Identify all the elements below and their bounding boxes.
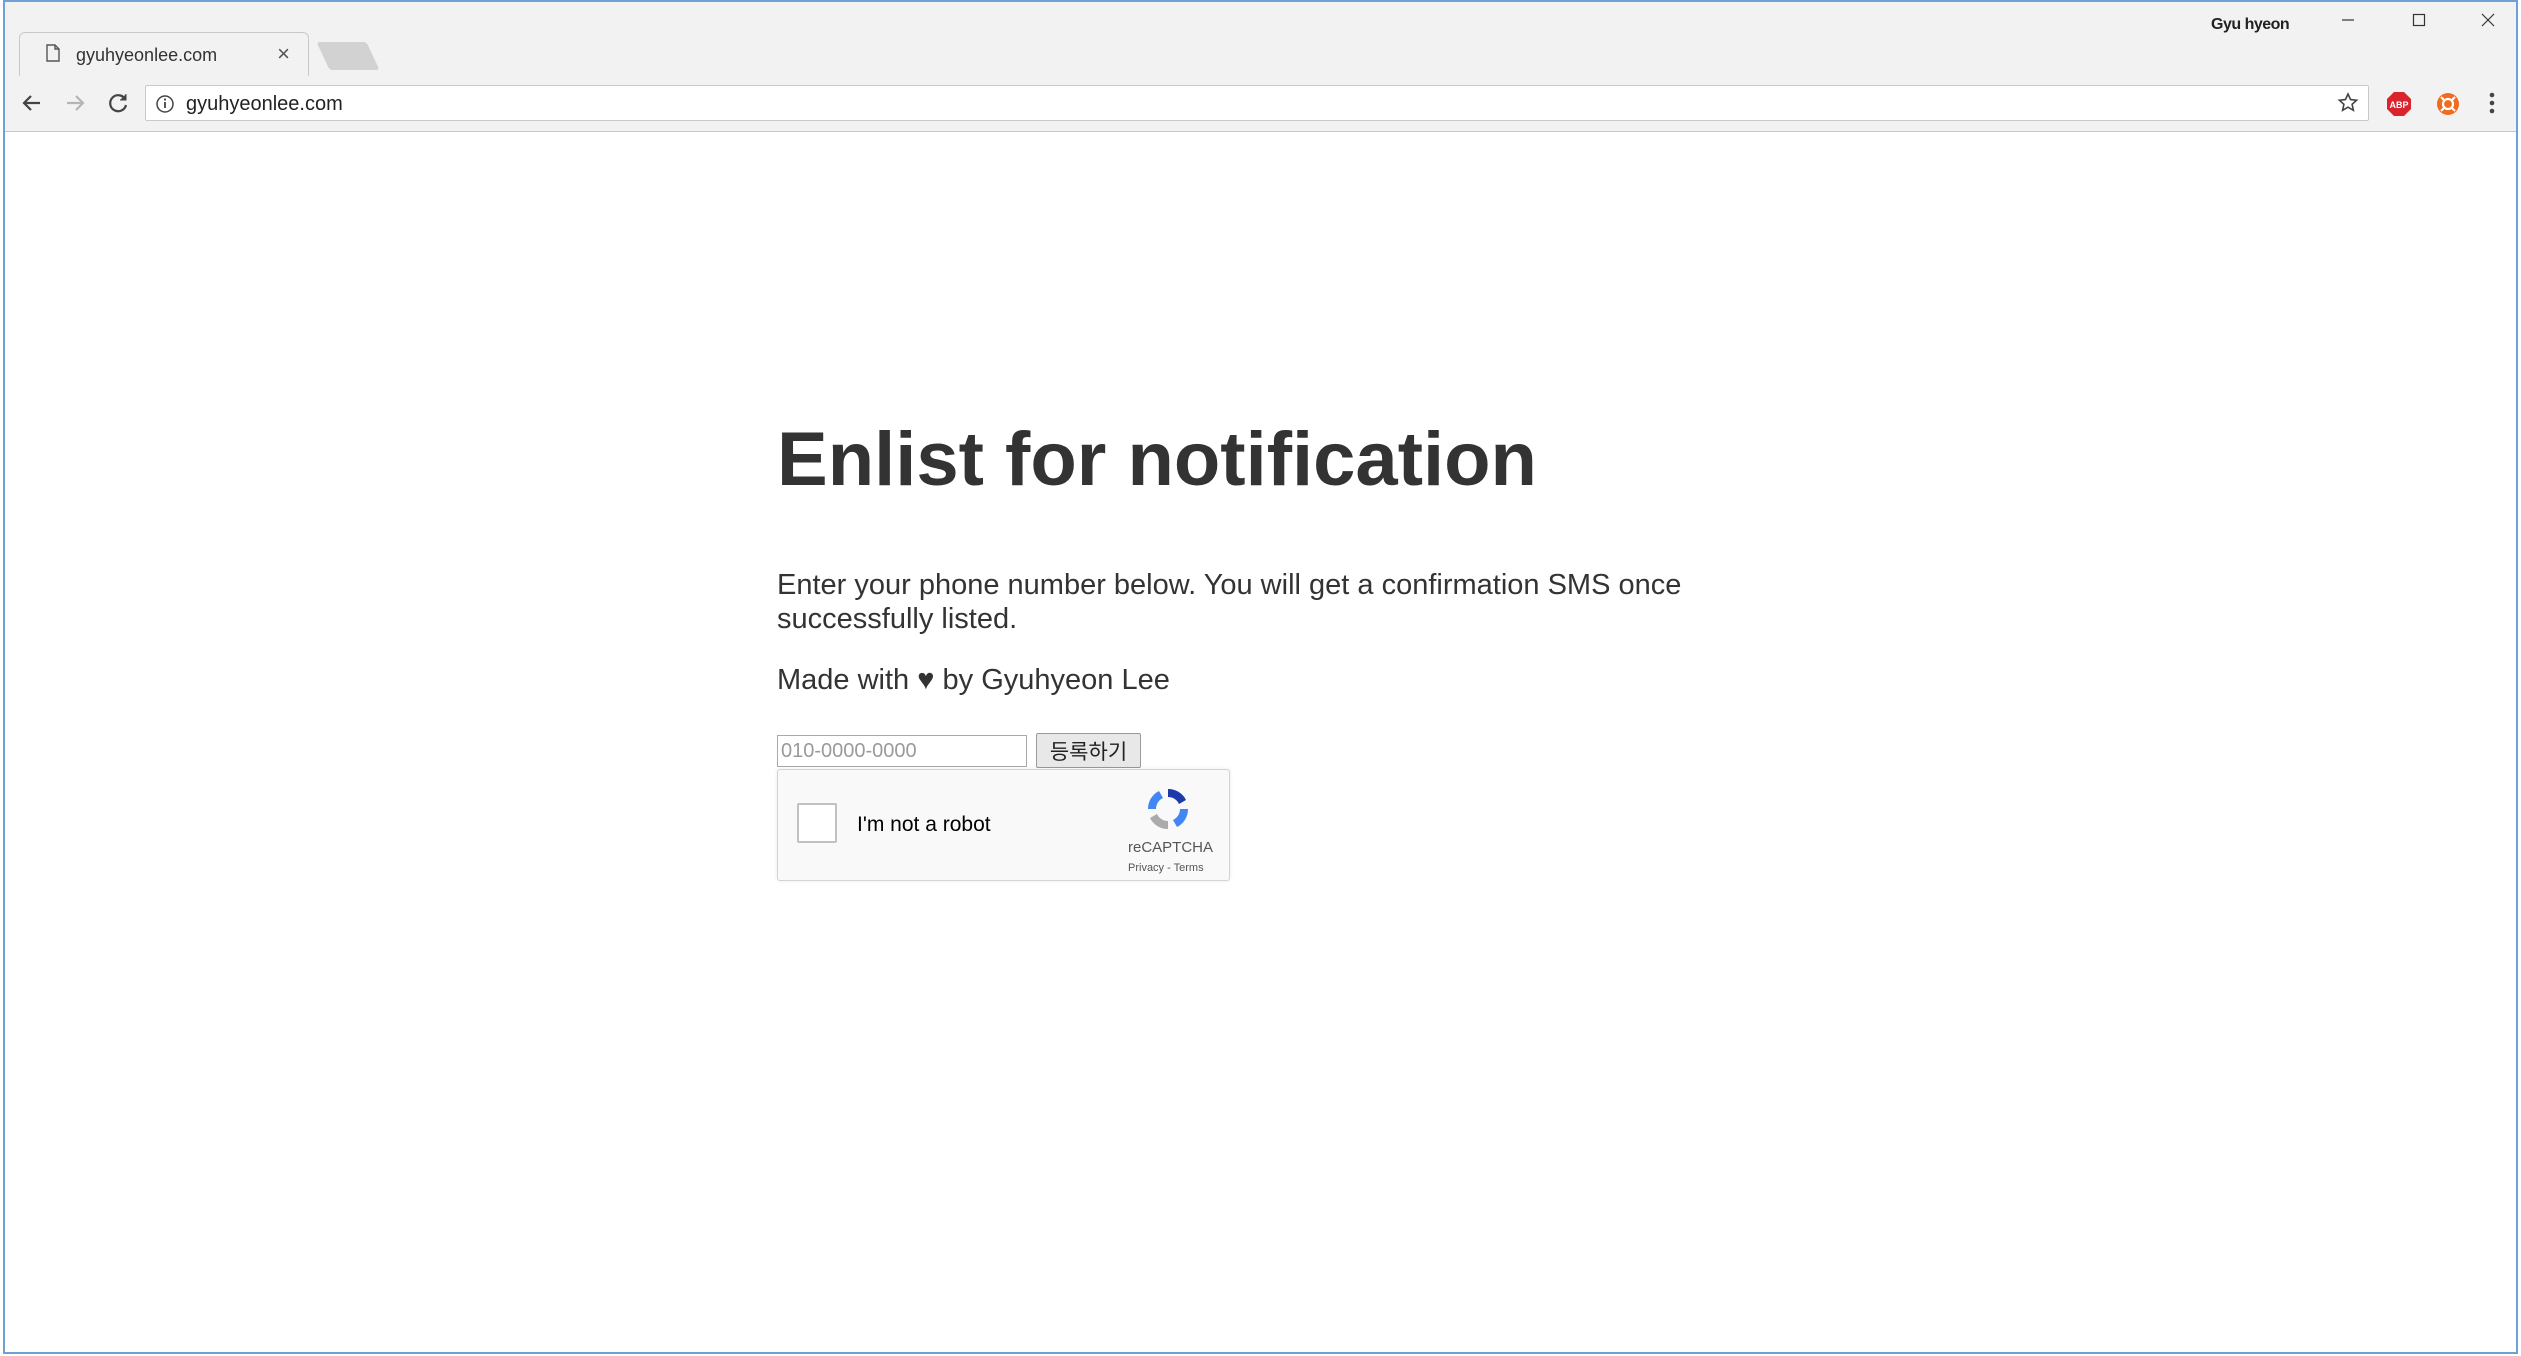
more-vert-icon <box>2489 92 2495 114</box>
maximize-button[interactable] <box>2394 10 2444 40</box>
phone-number-input[interactable] <box>777 735 1027 767</box>
title-bar: gyuhyeonlee.com × Gyu hyeon <box>5 2 2516 78</box>
tab-title: gyuhyeonlee.com <box>76 45 218 65</box>
orange-extension-button[interactable] <box>2435 91 2461 122</box>
browser-toolbar: gyuhyeonlee.com ABP <box>5 76 2516 132</box>
recaptcha-widget: I'm not a robot reCAPTCHA Privacy - Term… <box>777 769 1230 881</box>
reload-button[interactable] <box>103 88 133 118</box>
maximize-icon <box>2412 13 2426 27</box>
reload-icon <box>109 94 128 113</box>
enlist-form-section: Enlist for notification Enter your phone… <box>777 417 1777 881</box>
browser-window: gyuhyeonlee.com × Gyu hyeon gyuhyeonlee.… <box>3 0 2518 1354</box>
abp-icon: ABP <box>2387 92 2411 116</box>
page-description: Enter your phone number below. You will … <box>777 569 1682 635</box>
minimize-button[interactable] <box>2323 10 2373 40</box>
bookmark-star-icon[interactable] <box>2336 91 2360 120</box>
abp-icon-label: ABP <box>2389 100 2408 110</box>
recaptcha-brand: reCAPTCHA <box>1128 839 1214 856</box>
close-icon <box>2481 13 2495 27</box>
page-icon <box>46 44 60 67</box>
back-arrow-icon <box>22 95 40 111</box>
page-heading: Enlist for notification <box>777 417 1537 502</box>
close-window-button[interactable] <box>2463 10 2513 40</box>
url-text: gyuhyeonlee.com <box>186 93 343 115</box>
browser-tab[interactable]: gyuhyeonlee.com × <box>19 32 309 78</box>
profile-name[interactable]: Gyu hyeon <box>2211 16 2290 34</box>
adblock-plus-extension[interactable]: ABP <box>2386 91 2412 122</box>
forward-arrow-icon <box>67 95 85 111</box>
recaptcha-label: I'm not a robot <box>857 813 991 836</box>
info-icon[interactable] <box>155 94 175 119</box>
address-bar[interactable]: gyuhyeonlee.com <box>145 85 2369 121</box>
new-tab-button[interactable] <box>316 42 380 70</box>
browser-menu-button[interactable] <box>2487 90 2497 121</box>
forward-button[interactable] <box>60 88 90 118</box>
recaptcha-logo-icon <box>1143 784 1193 839</box>
tab-close-icon[interactable]: × <box>277 41 290 67</box>
back-button[interactable] <box>17 88 47 118</box>
orange-extension-icon <box>2437 93 2459 115</box>
recaptcha-checkbox[interactable] <box>797 803 837 843</box>
register-button[interactable]: 등록하기 <box>1036 733 1141 768</box>
recaptcha-privacy-terms-link[interactable]: Privacy - Terms <box>1128 862 1204 874</box>
minimize-icon <box>2342 19 2354 21</box>
credit-text: Made with ♥ by Gyuhyeon Lee <box>777 664 1170 696</box>
page-viewport: Enlist for notification Enter your phone… <box>5 132 2516 1352</box>
